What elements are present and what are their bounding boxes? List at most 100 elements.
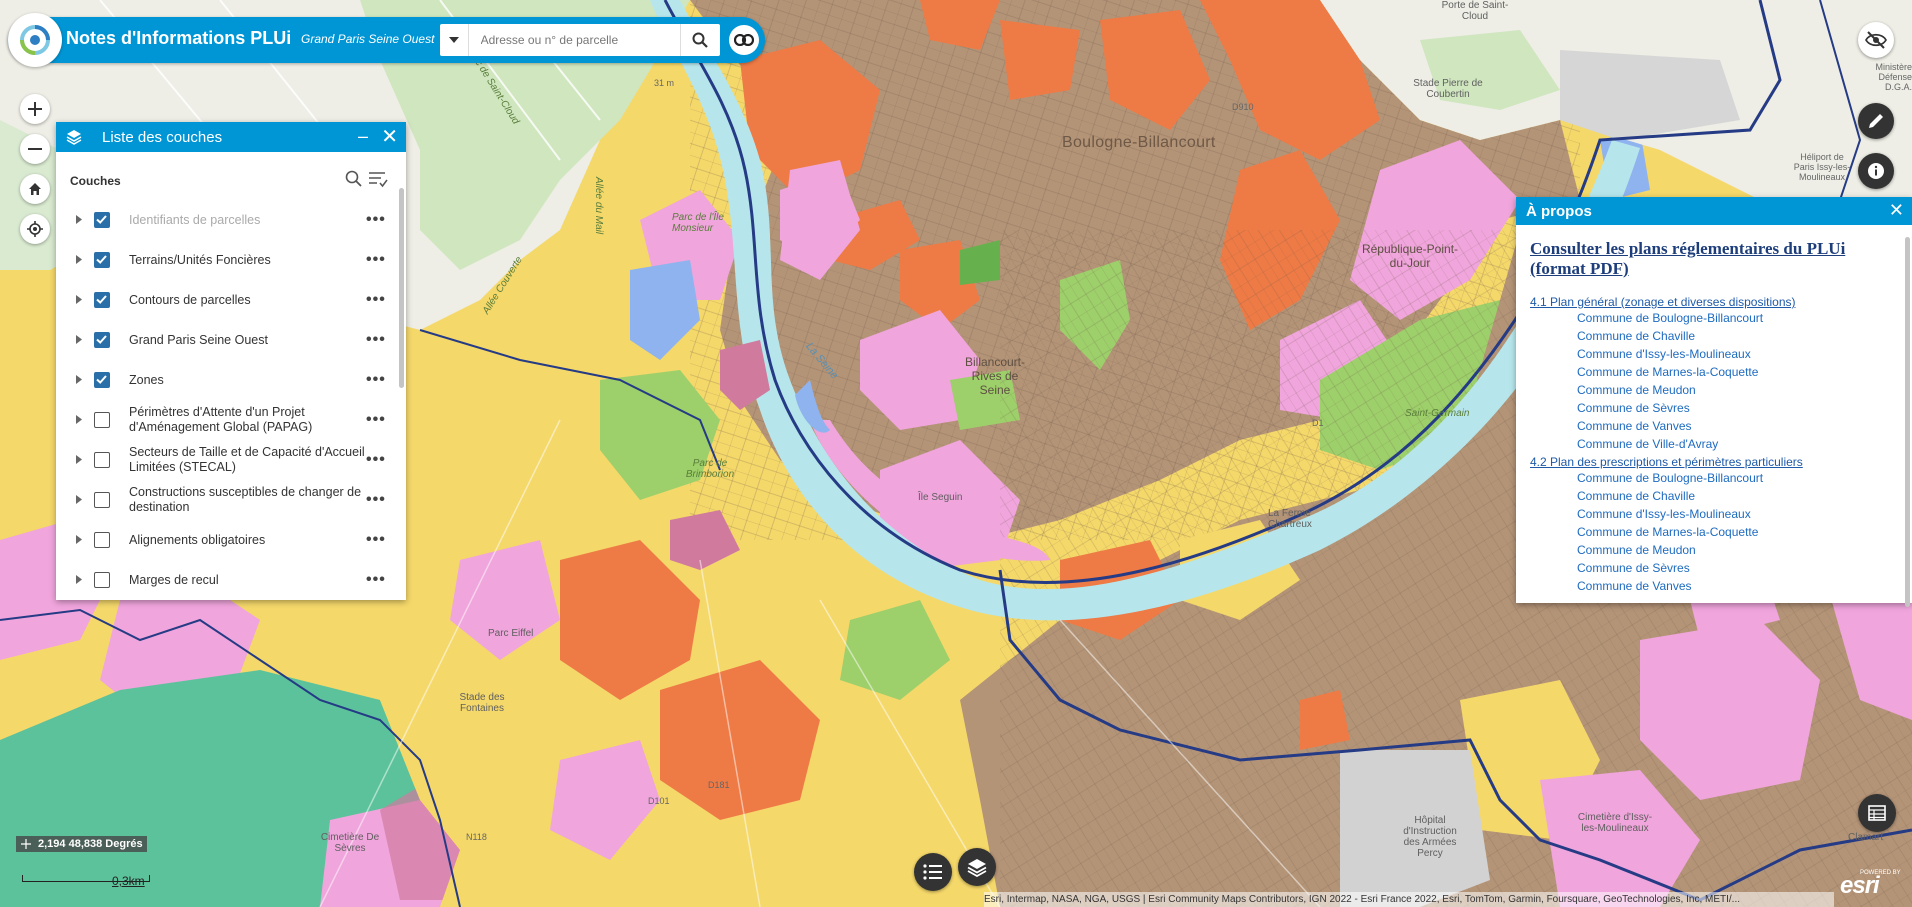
search-button[interactable] bbox=[679, 24, 720, 56]
chevron-right-icon[interactable] bbox=[76, 415, 82, 424]
app-logo[interactable] bbox=[8, 13, 62, 67]
toggle-visibility-button[interactable] bbox=[1858, 22, 1894, 58]
about-commune-link[interactable]: Commune de Vanves bbox=[1530, 417, 1900, 435]
layer-visibility-checkbox[interactable] bbox=[94, 572, 110, 588]
layer-visibility-checkbox[interactable] bbox=[94, 452, 110, 468]
layer-options-button[interactable]: ••• bbox=[366, 251, 386, 269]
layer-options-button[interactable]: ••• bbox=[366, 531, 386, 549]
layer-options-button[interactable]: ••• bbox=[366, 571, 386, 589]
locate-button[interactable] bbox=[20, 214, 50, 244]
map-label-d101: D101 bbox=[648, 796, 670, 806]
layers-icon bbox=[967, 859, 987, 877]
map-label-saint-germain: Saint-Germain bbox=[1405, 408, 1470, 419]
map-label-cimetiere-issy: Cimetière d'Issy-les-Moulineaux bbox=[1577, 812, 1653, 834]
map-attribution[interactable]: Esri, Intermap, NASA, NGA, USGS | Esri C… bbox=[984, 892, 1834, 907]
layer-panel-header: Liste des couches – ✕ bbox=[56, 122, 406, 152]
minimize-panel-button[interactable]: – bbox=[358, 126, 368, 147]
layer-row[interactable]: Alignements obligatoires ••• bbox=[56, 520, 398, 560]
close-about-button[interactable]: ✕ bbox=[1889, 200, 1904, 221]
layer-row[interactable]: Identifiants de parcelles ••• bbox=[56, 200, 398, 240]
chevron-right-icon[interactable] bbox=[76, 295, 82, 304]
layer-row[interactable]: Périmètres d'Attente d'un Projet d'Aména… bbox=[56, 400, 398, 440]
esri-logo[interactable]: esri bbox=[1840, 872, 1880, 900]
layer-label: Marges de recul bbox=[129, 572, 219, 587]
layer-options-button[interactable]: ••• bbox=[366, 371, 386, 389]
layer-options-button[interactable]: ••• bbox=[366, 211, 386, 229]
layer-row[interactable]: Secteurs de Taille et de Capacité d'Accu… bbox=[56, 440, 398, 480]
about-commune-link[interactable]: Commune de Chaville bbox=[1530, 327, 1900, 345]
map-label-d1: D1 bbox=[1312, 418, 1324, 428]
basemap-button[interactable] bbox=[958, 848, 996, 886]
layer-visibility-checkbox[interactable] bbox=[94, 332, 110, 348]
layer-visibility-checkbox[interactable] bbox=[94, 412, 110, 428]
layer-row[interactable]: Contours de parcelles ••• bbox=[56, 280, 398, 320]
draw-button[interactable] bbox=[1858, 103, 1894, 139]
layer-row[interactable]: Marges de recul ••• bbox=[56, 560, 398, 600]
close-panel-button[interactable]: ✕ bbox=[381, 124, 398, 149]
layer-visibility-checkbox[interactable] bbox=[94, 372, 110, 388]
layer-search-icon[interactable] bbox=[345, 170, 363, 188]
about-commune-link[interactable]: Commune de Marnes-la-Coquette bbox=[1530, 523, 1900, 541]
about-commune-link[interactable]: Commune de Sèvres bbox=[1530, 399, 1900, 417]
zoom-out-button[interactable] bbox=[20, 134, 50, 164]
search-source-dropdown[interactable] bbox=[440, 24, 469, 56]
layer-label: Zones bbox=[129, 372, 164, 387]
about-commune-link[interactable]: Commune de Sèvres bbox=[1530, 559, 1900, 577]
layer-visibility-checkbox[interactable] bbox=[94, 252, 110, 268]
layer-row[interactable]: Constructions susceptibles de changer de… bbox=[56, 480, 398, 520]
about-commune-link[interactable]: Commune de Meudon bbox=[1530, 541, 1900, 559]
layer-filter-icon[interactable] bbox=[368, 170, 388, 188]
chevron-right-icon[interactable] bbox=[76, 455, 82, 464]
about-panel-scrollbar[interactable] bbox=[1905, 237, 1910, 607]
about-commune-link[interactable]: Commune d'Issy-les-Moulineaux bbox=[1530, 345, 1900, 363]
search-box bbox=[440, 24, 720, 56]
chevron-right-icon[interactable] bbox=[76, 215, 82, 224]
map-label-allee-du-mail: Allée du Mail bbox=[593, 176, 605, 235]
layer-row[interactable]: Zones ••• bbox=[56, 360, 398, 400]
layer-options-button[interactable]: ••• bbox=[366, 411, 386, 429]
layer-list-scrollbar[interactable] bbox=[399, 188, 404, 388]
layer-options-button[interactable]: ••• bbox=[366, 451, 386, 469]
about-commune-link[interactable]: Commune de Boulogne-Billancourt bbox=[1530, 309, 1900, 327]
about-commune-link[interactable]: Commune de Boulogne-Billancourt bbox=[1530, 469, 1900, 487]
chevron-right-icon[interactable] bbox=[76, 535, 82, 544]
layers-section-title: Couches bbox=[70, 174, 121, 188]
about-commune-link[interactable]: Commune de Marnes-la-Coquette bbox=[1530, 363, 1900, 381]
layer-label: Grand Paris Seine Ouest bbox=[129, 332, 268, 347]
chevron-right-icon[interactable] bbox=[76, 335, 82, 344]
home-button[interactable] bbox=[20, 174, 50, 204]
layer-options-button[interactable]: ••• bbox=[366, 291, 386, 309]
share-link-button[interactable] bbox=[729, 25, 759, 55]
layer-visibility-checkbox[interactable] bbox=[94, 292, 110, 308]
attribute-table-button[interactable] bbox=[1858, 794, 1896, 832]
layer-visibility-checkbox[interactable] bbox=[94, 492, 110, 508]
chevron-right-icon[interactable] bbox=[76, 495, 82, 504]
about-commune-link[interactable]: Commune de Chaville bbox=[1530, 487, 1900, 505]
legend-list-button[interactable] bbox=[914, 853, 952, 891]
about-section-title[interactable]: 4.1 Plan général (zonage et diverses dis… bbox=[1530, 295, 1900, 309]
layer-options-button[interactable]: ••• bbox=[366, 331, 386, 349]
chevron-right-icon[interactable] bbox=[76, 375, 82, 384]
layer-visibility-checkbox[interactable] bbox=[94, 212, 110, 228]
about-heading[interactable]: Consulter les plans réglementaires du PL… bbox=[1530, 239, 1900, 279]
about-commune-link[interactable]: Commune de Ville-d'Avray bbox=[1530, 435, 1900, 453]
chevron-right-icon[interactable] bbox=[76, 575, 82, 584]
checkmark-icon bbox=[96, 335, 107, 344]
layer-visibility-checkbox[interactable] bbox=[94, 532, 110, 548]
layer-row[interactable]: Grand Paris Seine Ouest ••• bbox=[56, 320, 398, 360]
coordinates-readout: 2,194 48,838 Degrés bbox=[16, 836, 147, 852]
layer-label: Terrains/Unités Foncières bbox=[129, 252, 271, 267]
layer-panel-title: Liste des couches bbox=[102, 129, 223, 146]
layer-row[interactable]: Terrains/Unités Foncières ••• bbox=[56, 240, 398, 280]
about-commune-link[interactable]: Commune de Vanves bbox=[1530, 577, 1900, 595]
about-button[interactable] bbox=[1858, 153, 1894, 189]
about-commune-link[interactable]: Commune d'Issy-les-Moulineaux bbox=[1530, 505, 1900, 523]
search-input[interactable] bbox=[468, 24, 680, 56]
chevron-right-icon[interactable] bbox=[76, 255, 82, 264]
layer-options-button[interactable]: ••• bbox=[366, 491, 386, 509]
zoom-in-button[interactable] bbox=[20, 94, 50, 124]
map-label-d181: D181 bbox=[708, 780, 730, 790]
map-label-la-ferme: La Ferme Chartreux bbox=[1268, 508, 1312, 530]
about-commune-link[interactable]: Commune de Meudon bbox=[1530, 381, 1900, 399]
about-section-title[interactable]: 4.2 Plan des prescriptions et périmètres… bbox=[1530, 455, 1900, 469]
